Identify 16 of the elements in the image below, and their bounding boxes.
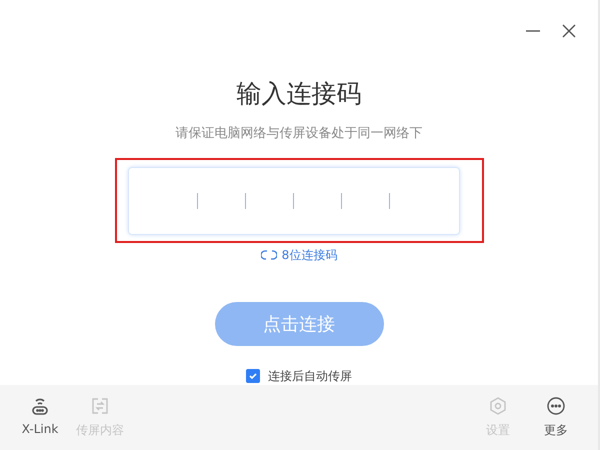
check-icon (248, 371, 258, 382)
switch-code-link[interactable]: 8位连接码 (260, 246, 338, 264)
toolbar-button[interactable]: 更多 (532, 392, 580, 443)
switch-icon (260, 249, 277, 262)
screen-swap-icon (90, 396, 110, 416)
router-icon (30, 396, 50, 416)
auto-cast-checkbox[interactable] (246, 369, 260, 384)
dialog-title: 输入连接码 (236, 78, 362, 110)
close-icon (561, 23, 577, 39)
toolbar-button[interactable]: X-Link (16, 392, 64, 443)
more-icon (546, 396, 566, 416)
checkbox-label: 连接后自动传屏 (268, 368, 352, 385)
hexagon-icon (488, 396, 508, 416)
subtitle: 请保证电脑网络与传屏设备处于同一网络下 (176, 124, 422, 142)
code-input-field[interactable] (128, 166, 460, 235)
minimize-icon (525, 30, 541, 32)
